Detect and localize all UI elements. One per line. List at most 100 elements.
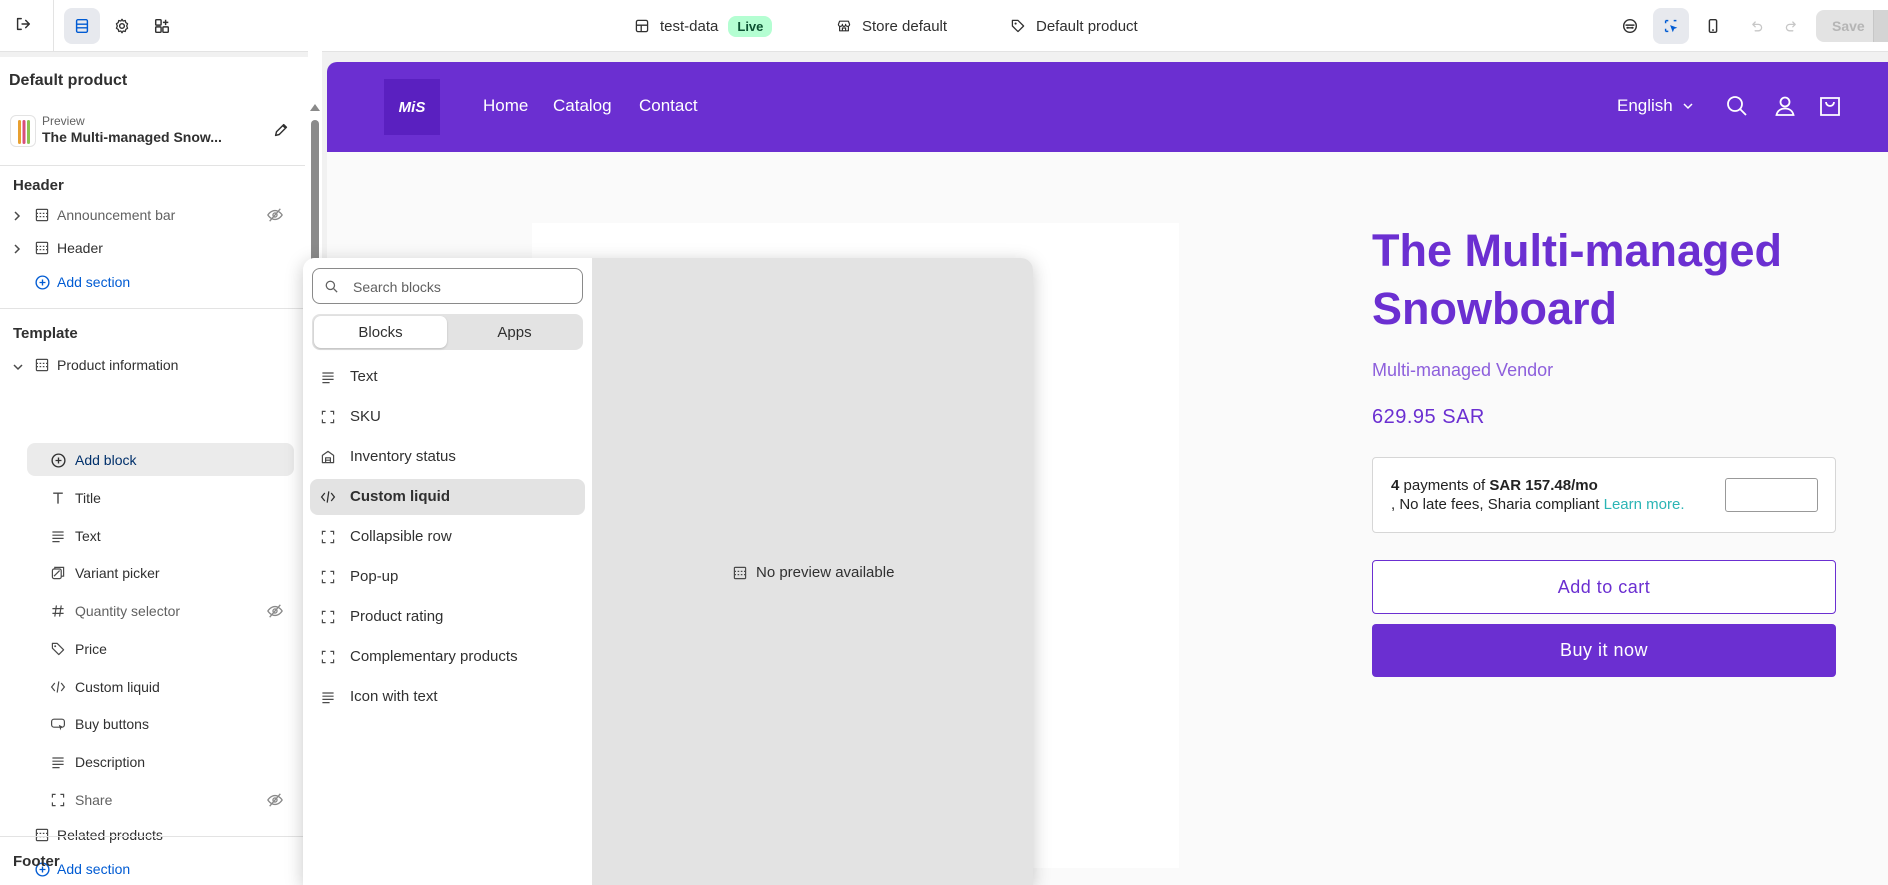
store-header: MiS Home Catalog Contact English — [327, 62, 1888, 152]
divider — [0, 308, 305, 309]
section-label: Announcement bar — [57, 207, 176, 223]
installments-line-2: , No late fees, Sharia compliant Learn m… — [1391, 496, 1684, 513]
hidden-eye-icon[interactable] — [266, 603, 284, 622]
block-option-pop-up[interactable]: Pop-up — [310, 559, 585, 595]
nav-catalog[interactable]: Catalog — [553, 96, 612, 116]
divider — [0, 836, 305, 837]
preview-product-selector[interactable]: Preview The Multi-managed Snow... — [8, 110, 294, 154]
scroll-up-arrow-icon[interactable] — [310, 104, 320, 111]
account-icon[interactable] — [1773, 94, 1797, 121]
storefront-icon — [837, 20, 851, 32]
section-product-information[interactable]: Product information — [0, 350, 296, 380]
section-layout-icon — [34, 240, 50, 259]
block-option-icon-with-text[interactable]: Icon with text — [310, 679, 585, 715]
product-price: 629.95 SAR — [1372, 406, 1485, 428]
inspector-icon[interactable] — [1612, 8, 1648, 44]
language-label: English — [1617, 96, 1673, 115]
nav-contact[interactable]: Contact — [639, 96, 698, 116]
mobile-view-icon[interactable] — [1695, 8, 1731, 44]
block-label: Share — [75, 792, 113, 808]
search-blocks-field[interactable] — [312, 268, 583, 304]
block-share[interactable]: Share — [0, 785, 296, 815]
add-block-button[interactable]: Add block — [0, 445, 296, 475]
cart-icon[interactable] — [1818, 94, 1842, 121]
block-option-custom-liquid[interactable]: Custom liquid — [310, 479, 585, 515]
language-selector[interactable]: English — [1617, 96, 1694, 116]
section-announcement-bar[interactable]: Announcement bar — [0, 200, 296, 230]
block-buy-buttons[interactable]: Buy buttons — [0, 709, 296, 739]
block-option-complementary-products[interactable]: Complementary products — [310, 639, 585, 675]
select-cursor-icon[interactable] — [1653, 8, 1689, 44]
installments-terms: , No late fees, Sharia compliant — [1391, 496, 1604, 513]
learn-more-link[interactable]: Learn more. — [1604, 496, 1685, 513]
add-section-label: Add section — [57, 274, 131, 290]
save-button[interactable]: Save — [1816, 10, 1880, 42]
page-title: Default product — [9, 72, 128, 89]
exit-icon[interactable] — [8, 9, 38, 39]
hidden-eye-icon[interactable] — [266, 207, 284, 226]
edit-pencil-icon[interactable] — [272, 121, 290, 142]
installments-line-1: 4 payments of SAR 157.48/mo — [1391, 477, 1598, 494]
theme-selector[interactable]: Store default — [836, 0, 947, 52]
redo-icon[interactable] — [1774, 8, 1810, 44]
preview-label: Preview — [42, 114, 85, 128]
block-price[interactable]: Price — [0, 634, 296, 664]
template-selector[interactable]: Default product — [1010, 0, 1138, 52]
store-logo[interactable]: MiS — [384, 79, 440, 135]
block-label: Description — [75, 754, 146, 770]
tab-blocks[interactable]: Blocks — [314, 316, 447, 348]
block-preview-panel: No preview available — [592, 258, 1033, 885]
dashed-box-icon — [320, 529, 336, 549]
settings-gear-icon[interactable] — [104, 8, 140, 44]
template-name: Default product — [1036, 17, 1138, 35]
block-description[interactable]: Description — [0, 747, 296, 777]
search-icon — [324, 279, 339, 297]
save-menu-button[interactable] — [1873, 10, 1888, 42]
add-section-header[interactable]: Add section — [0, 267, 296, 297]
sidebar-scrollbar-thumb[interactable] — [311, 120, 319, 270]
text-lines-icon — [50, 528, 66, 547]
block-label: Text — [75, 528, 101, 544]
dashed-box-icon — [320, 569, 336, 589]
add-to-cart-button[interactable]: Add to cart — [1372, 560, 1836, 614]
chevron-right-icon[interactable] — [12, 242, 22, 258]
hidden-eye-icon[interactable] — [266, 792, 284, 811]
block-label: Buy buttons — [75, 716, 149, 732]
section-layout-icon — [34, 207, 50, 226]
header-group-title: Header — [13, 177, 64, 194]
text-lines-icon — [320, 369, 336, 389]
section-label: Header — [57, 240, 103, 256]
block-option-inventory-status[interactable]: Inventory status — [310, 439, 585, 475]
block-list-panel: Blocks Apps Text SKU Inventory status Cu… — [303, 258, 592, 885]
block-variant-picker[interactable]: Variant picker — [0, 558, 296, 588]
code-icon — [320, 489, 336, 509]
nav-home[interactable]: Home — [483, 96, 528, 116]
block-option-collapsible-row[interactable]: Collapsible row — [310, 519, 585, 555]
section-related-products[interactable]: Related products — [0, 820, 296, 850]
block-option-sku[interactable]: SKU — [310, 399, 585, 435]
section-header[interactable]: Header — [0, 233, 296, 263]
dashed-box-icon — [50, 792, 66, 811]
product-vendor: Multi-managed Vendor — [1372, 360, 1554, 380]
block-custom-liquid[interactable]: Custom liquid — [0, 672, 296, 702]
search-blocks-input[interactable] — [353, 277, 573, 297]
block-option-label: Icon with text — [350, 688, 438, 705]
chevron-down-icon[interactable] — [12, 359, 24, 375]
block-option-product-rating[interactable]: Product rating — [310, 599, 585, 635]
chevron-right-icon[interactable] — [12, 209, 22, 225]
block-title[interactable]: Title — [0, 483, 296, 513]
search-icon[interactable] — [1725, 94, 1749, 121]
block-option-label: SKU — [350, 408, 381, 425]
tab-apps[interactable]: Apps — [448, 316, 581, 348]
buy-now-button[interactable]: Buy it now — [1372, 624, 1836, 677]
undo-icon[interactable] — [1738, 8, 1774, 44]
installments-widget: 4 payments of SAR 157.48/mo , No late fe… — [1372, 457, 1836, 533]
block-option-text[interactable]: Text — [310, 359, 585, 395]
sections-icon[interactable] — [64, 8, 100, 44]
apps-icon[interactable] — [144, 8, 180, 44]
block-text[interactable]: Text — [0, 521, 296, 551]
sections-sidebar: Default product Preview The Multi-manage… — [0, 57, 322, 885]
block-quantity-selector[interactable]: Quantity selector — [0, 596, 296, 626]
store-selector[interactable]: test-data Live — [634, 0, 773, 52]
topbar-divider — [53, 0, 54, 52]
